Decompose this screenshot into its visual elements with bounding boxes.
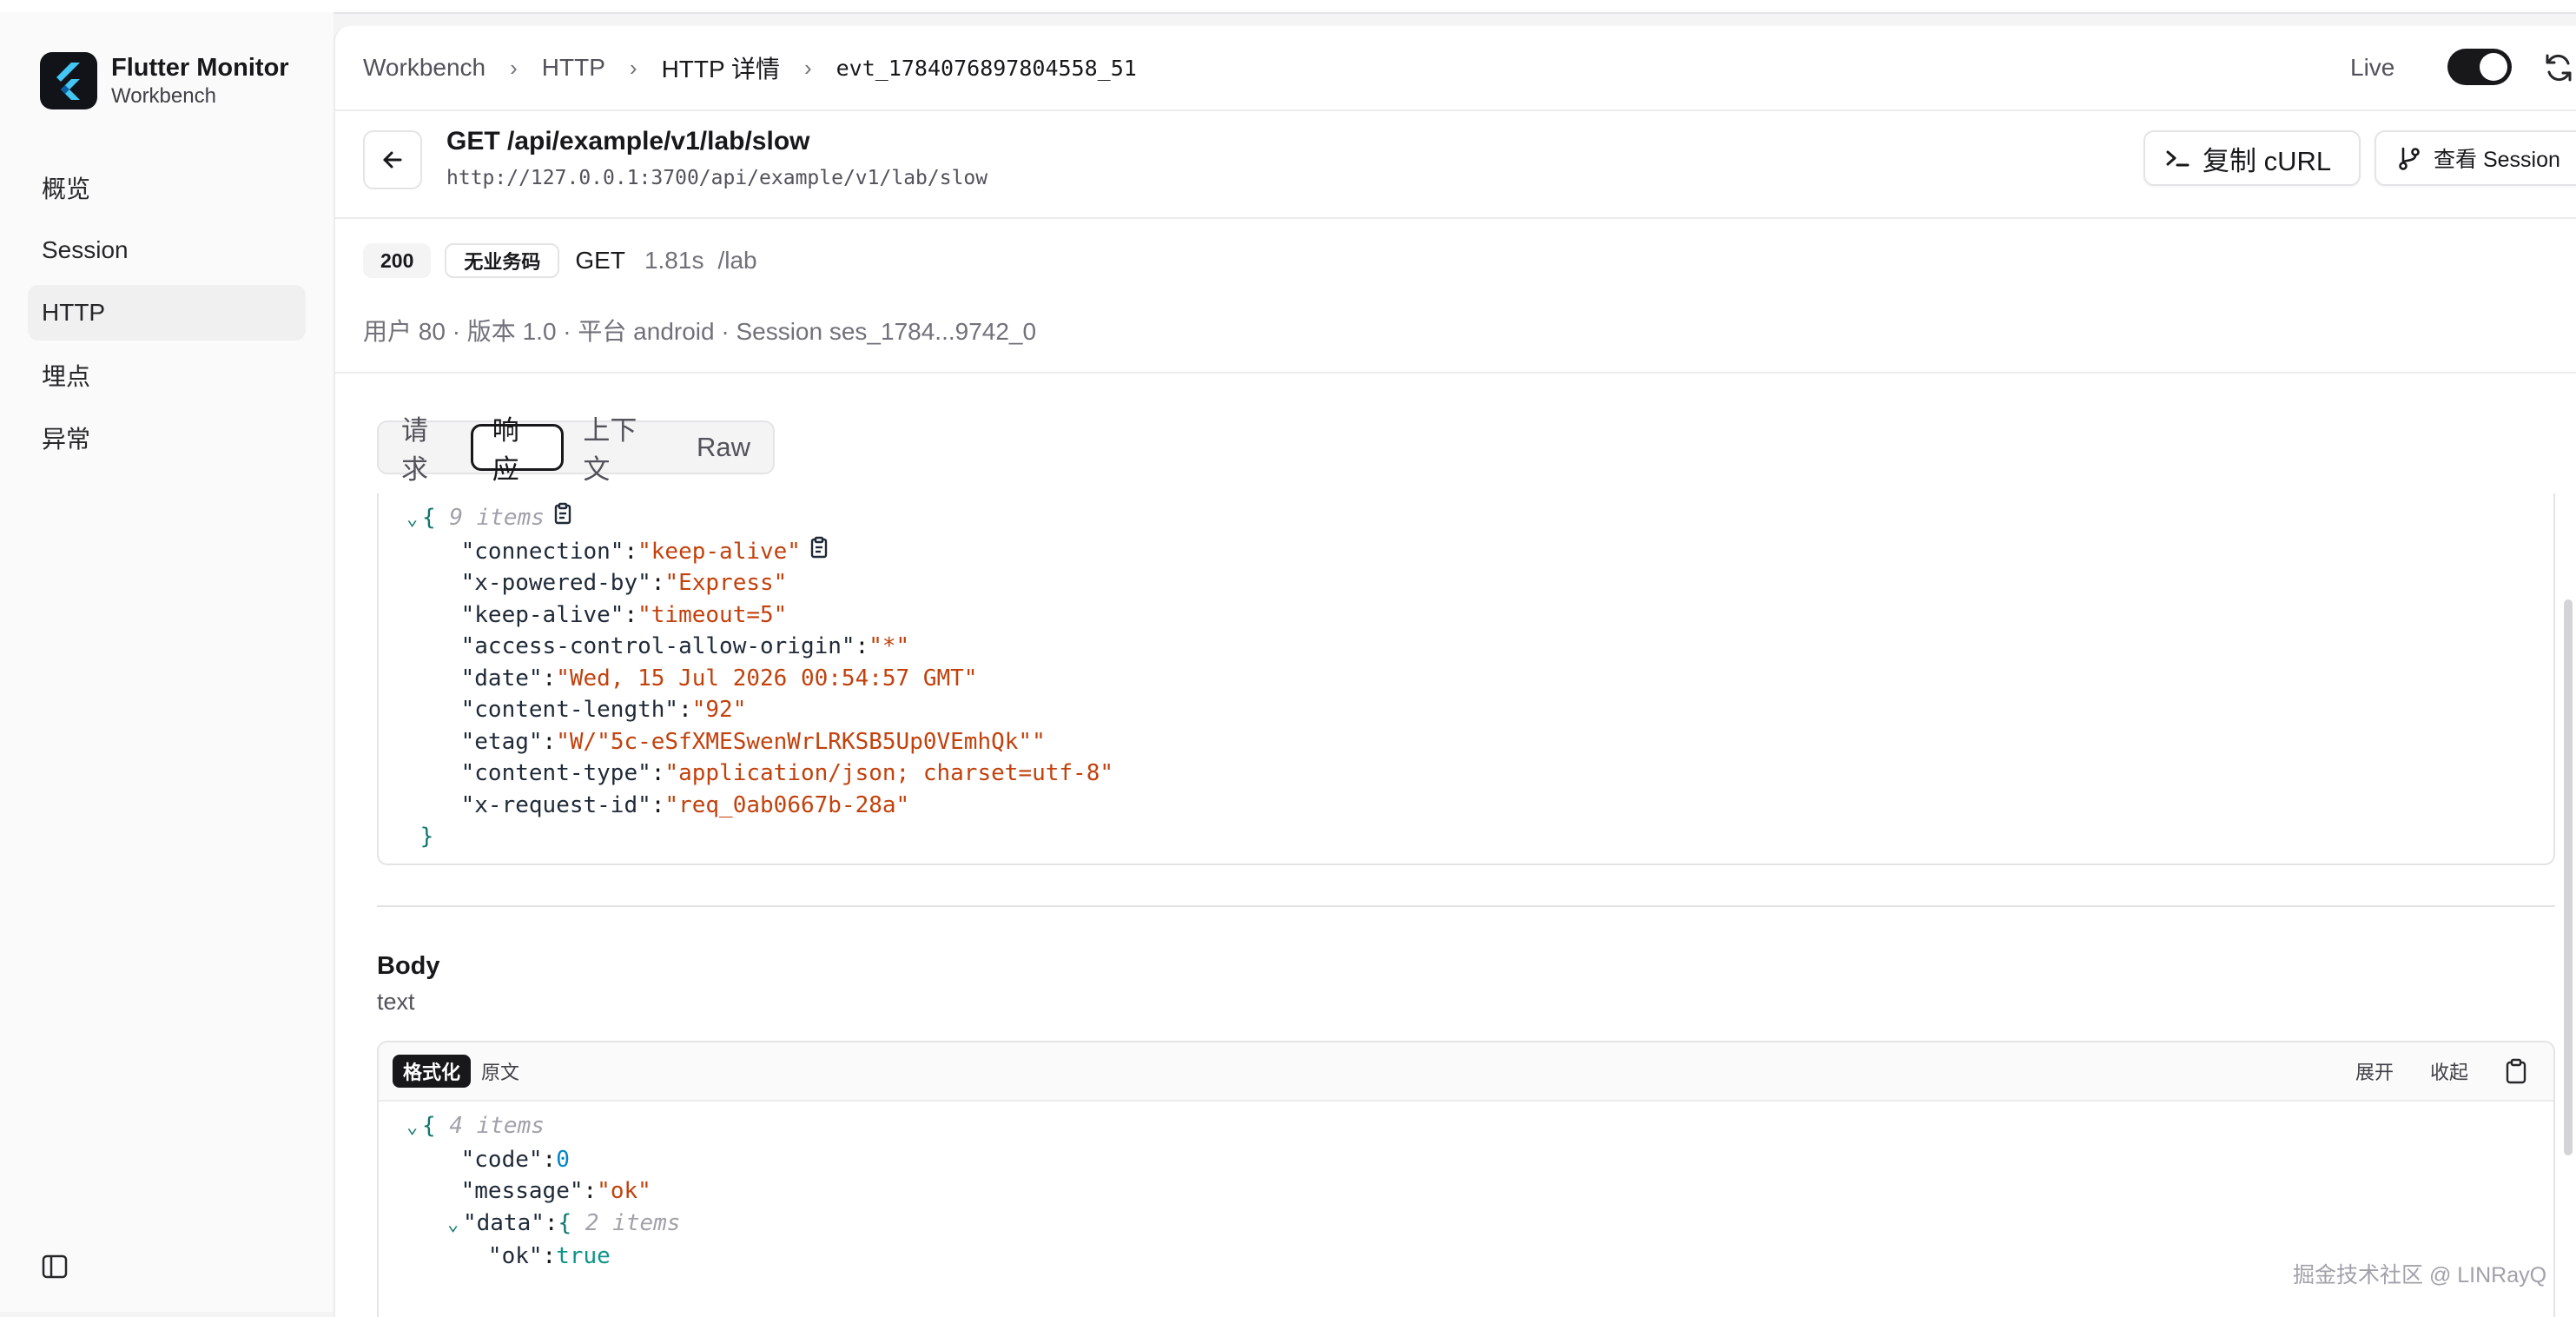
flutter-logo-icon [40,52,97,109]
json-key: "connection" [460,538,624,565]
format-button[interactable]: 格式化 [393,1055,472,1088]
copy-curl-label: 复制 cURL [2203,145,2332,176]
sidebar: Flutter Monitor Workbench 概览 Session HTT… [0,12,334,1312]
live-label: Live [2350,54,2395,81]
request-title: GET /api/example/v1/lab/slow [446,127,810,156]
breadcrumb-workbench[interactable]: Workbench [363,54,485,82]
response-headers-viewer: ⌄{ 9 items "connection":"keep-alive" "x-… [377,493,2555,865]
json-value: "timeout=5" [637,601,788,628]
json-key: "access-control-allow-origin" [460,633,855,660]
request-url: http://127.0.0.1:3700/api/example/v1/lab… [446,167,988,189]
json-key: "etag" [460,728,543,755]
app-title: Flutter Monitor [111,53,289,82]
method-label: GET [575,247,625,274]
top-header: Workbench › HTTP › HTTP 详情 › evt_1784076… [335,26,2576,111]
json-key: "data" [462,1209,545,1236]
json-value: "Express" [664,570,788,597]
refresh-icon[interactable] [2541,50,2576,85]
json-key: "message" [460,1178,584,1204]
json-key: "x-powered-by" [460,570,651,597]
body-viewer: 格式化 原文 展开 收起 ⌄{ 4 items "code":0 "messag… [377,1041,2555,1317]
item-count: 9 items [449,505,545,531]
json-value: "Wed, 15 Jul 2026 00:54:57 GMT" [556,665,978,692]
sidebar-item-session[interactable]: Session [28,222,306,278]
arrow-left-icon [383,151,402,169]
biz-code-badge: 无业务码 [445,243,560,278]
status-badge: 200 [363,243,432,278]
clipboard-icon[interactable] [2505,1058,2527,1084]
body-toolbar: 格式化 原文 展开 收起 [379,1042,2553,1102]
json-value: "92" [691,697,747,724]
sidebar-toggle-icon[interactable] [42,1254,68,1279]
json-key: "content-type" [460,760,651,787]
breadcrumb-event-id: evt_1784076897804558_51 [836,55,1137,81]
brand[interactable]: Flutter Monitor Workbench [40,52,289,109]
chevron-right-icon: › [803,54,812,81]
path-label: /lab [717,247,757,274]
tab-raw[interactable]: Raw [677,424,769,471]
json-value: "req_0ab0667b-28a" [664,791,910,818]
breadcrumb-http-detail[interactable]: HTTP 详情 [662,50,780,85]
sidebar-item-tracking[interactable]: 埋点 [28,347,306,403]
app-subtitle: Workbench [111,83,216,108]
json-tree: ⌄{ 9 items "connection":"keep-alive" "x-… [406,502,1113,853]
main-panel: Workbench › HTTP › HTTP 详情 › evt_1784076… [334,26,2576,1317]
scrollbar[interactable] [2564,599,2573,1155]
copy-curl-button[interactable]: 复制 cURL [2143,130,2361,186]
json-value: true [556,1243,611,1269]
view-session-label: 查看 Session [2434,148,2560,172]
json-value: "application/json; charset=utf-8" [664,760,1113,787]
sidebar-item-exceptions[interactable]: 异常 [28,410,306,466]
window-top-strip [0,0,2576,14]
collapse-button[interactable]: 收起 [2430,1057,2468,1085]
json-key: "content-length" [460,697,679,724]
sidebar-item-overview[interactable]: 概览 [28,160,306,215]
terminal-icon [2164,145,2190,171]
breadcrumb-http[interactable]: HTTP [542,54,605,82]
duration-label: 1.81s [644,247,704,274]
json-key: "date" [460,665,543,692]
body-content-type: text [377,989,415,1015]
section-divider [377,905,2555,907]
detail-tabs: 请求 响应 上下文 Raw [377,415,775,485]
tab-request[interactable]: 请求 [382,415,471,485]
view-session-button[interactable]: 查看 Session [2375,130,2576,186]
view-mode-toggle: 格式化 原文 [393,1055,530,1088]
meta-line: 用户 80 · 版本 1.0 · 平台 android · Session se… [363,318,1037,345]
git-branch-icon [2397,145,2421,171]
json-tree: ⌄{ 4 items "code":0 "message":"ok" ⌄ "dat… [406,1112,681,1269]
json-key: "x-request-id" [460,791,651,818]
watermark: 掘金技术社区 @ LINRayQ [2293,1263,2547,1287]
chevron-right-icon: › [510,54,518,81]
json-value: "*" [869,633,910,660]
chevron-down-icon[interactable]: ⌄ [447,1209,463,1241]
tab-response[interactable]: 响应 [470,415,565,485]
json-value: "ok" [597,1178,651,1204]
raw-button[interactable]: 原文 [471,1055,530,1088]
body-section-title: Body [377,952,440,980]
expand-button[interactable]: 展开 [2355,1057,2394,1085]
chevron-down-icon[interactable]: ⌄ [406,504,422,536]
item-count: 2 items [585,1209,681,1236]
live-toggle[interactable] [2447,49,2512,85]
json-key: "ok" [487,1243,543,1269]
sidebar-nav: 概览 Session HTTP 埋点 异常 [28,160,306,473]
json-key: "code" [460,1146,543,1173]
copy-icon[interactable] [553,502,574,534]
sidebar-item-http[interactable]: HTTP [28,285,306,341]
json-key: "keep-alive" [460,601,624,628]
chevron-right-icon: › [629,54,637,81]
breadcrumb: Workbench › HTTP › HTTP 详情 › evt_1784076… [363,26,1137,109]
back-button[interactable] [363,130,422,189]
chevron-down-icon[interactable]: ⌄ [406,1112,422,1144]
json-value: 0 [556,1146,570,1173]
json-value: "W/"5c-eSfXMESwenWrLRKSB5Up0VEmhQk"" [556,728,1046,755]
copy-icon[interactable] [809,536,830,568]
tab-context[interactable]: 上下文 [564,415,677,485]
request-title-bar: GET /api/example/v1/lab/slow http://127.… [335,109,2576,219]
json-value: "keep-alive" [637,538,801,565]
item-count: 4 items [449,1113,545,1139]
request-meta: 200 无业务码 GET 1.81s /lab 用户 80 · 版本 1.0 ·… [335,217,2576,374]
